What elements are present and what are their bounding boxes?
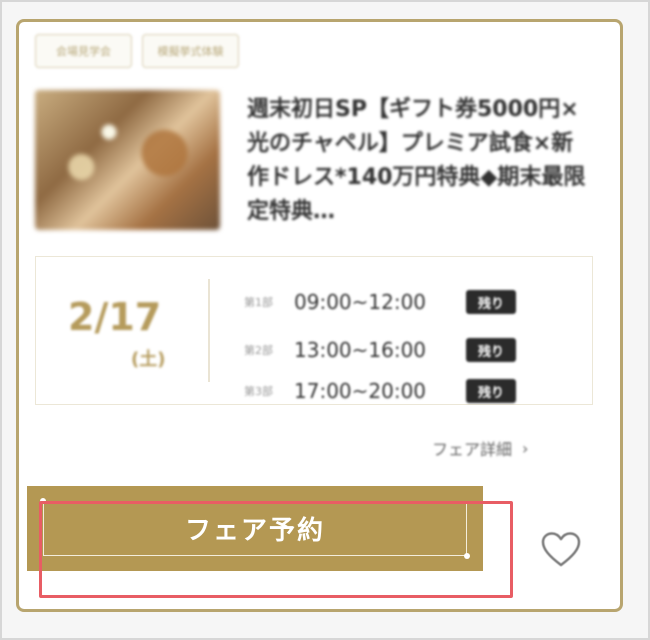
- time-slot: 第2部 13:00~16:00 残り: [244, 338, 516, 362]
- schedule-divider: [208, 279, 210, 382]
- favorite-button[interactable]: [539, 530, 583, 570]
- slot-time: 09:00~12:00: [294, 290, 427, 314]
- fair-title[interactable]: 週末初日SP【ギフト券5000円×光のチャペル】プレミア試食×新作ドレス*140…: [247, 93, 595, 229]
- schedule-box: 2/17 (土) 第1部 09:00~12:00 残り 第2部 13:00~16…: [35, 256, 593, 405]
- tag: 会場見学会: [35, 34, 132, 68]
- slot-status-badge: 残り: [466, 379, 516, 403]
- tag: 模擬挙式体験: [142, 34, 239, 68]
- heart-outline-icon: [541, 532, 581, 567]
- fair-reserve-label: フェア予約: [184, 515, 325, 545]
- fair-details-link[interactable]: フェア詳細 ›: [432, 436, 528, 460]
- time-slot: 第1部 09:00~12:00 残り: [244, 290, 516, 314]
- time-slot: 第3部 17:00~20:00 残り: [244, 379, 516, 403]
- slot-time: 13:00~16:00: [294, 338, 427, 362]
- slot-label: 第1部: [244, 296, 273, 309]
- slot-status-badge: 残り: [466, 290, 516, 314]
- slot-time: 17:00~20:00: [294, 379, 427, 403]
- fair-date: 2/17: [68, 295, 162, 339]
- tag-list: 会場見学会 模擬挙式体験: [35, 34, 239, 68]
- fair-thumbnail[interactable]: [35, 90, 220, 230]
- slot-label: 第2部: [244, 344, 273, 357]
- chevron-right-icon: ›: [522, 438, 529, 458]
- fair-reserve-button[interactable]: フェア予約: [27, 486, 483, 571]
- fair-details-label: フェア詳細: [432, 440, 513, 459]
- slot-status-badge: 残り: [466, 338, 516, 362]
- fair-weekday: (土): [131, 349, 166, 370]
- slot-label: 第3部: [244, 385, 273, 398]
